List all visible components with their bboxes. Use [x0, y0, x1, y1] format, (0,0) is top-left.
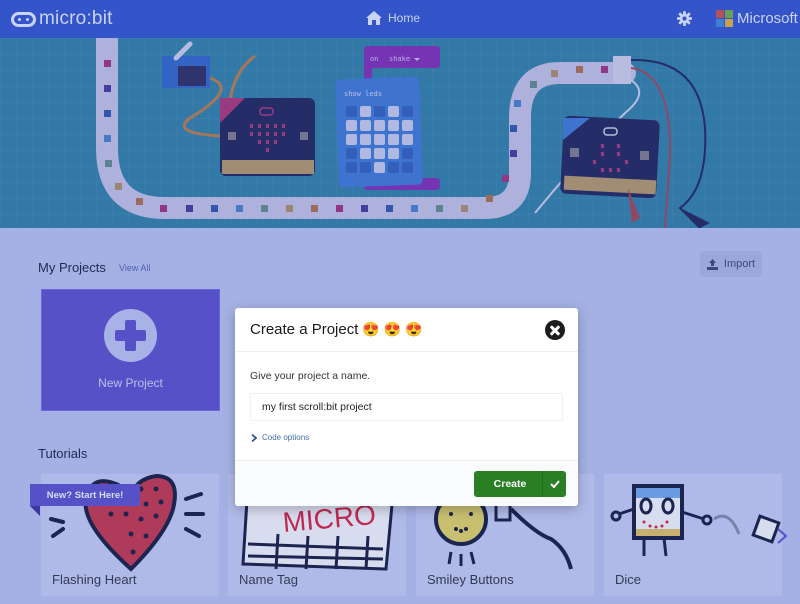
create-label: Create — [493, 478, 527, 490]
home-label: Home — [388, 11, 421, 25]
start-here-badge: New? Start Here! — [30, 484, 140, 506]
dialog-body: Give your project a name. Code options — [235, 353, 578, 459]
dialog-title: Create a Project 😍 😍 😍 — [250, 321, 423, 338]
create-project-dialog: Create a Project 😍 😍 😍 Give your project… — [235, 308, 578, 506]
heart-eyes-emoji-icon: 😍 — [383, 321, 402, 337]
tutorial-card-label: Smiley Buttons — [427, 572, 514, 587]
gear-icon[interactable] — [677, 11, 692, 26]
tutorial-card-label: Dice — [615, 572, 642, 587]
dialog-footer: Create — [235, 460, 578, 506]
heart-eyes-emoji-icon: 😍 — [405, 321, 423, 337]
microsoft-label: Microsoft — [737, 10, 798, 27]
import-label: Import — [723, 258, 756, 270]
create-button[interactable]: Create — [474, 471, 566, 497]
microsoft-link[interactable]: Microsoft — [716, 10, 798, 27]
brand-name: micro:bit — [39, 8, 113, 29]
hero-banner: on shake show leds — [0, 38, 800, 228]
top-bar: micro:bit Home Microsoft — [0, 0, 800, 38]
chevron-right-icon — [251, 433, 257, 442]
checkmark-icon — [542, 471, 566, 497]
project-name-prompt: Give your project a name. — [250, 370, 371, 382]
project-name-input[interactable] — [250, 393, 563, 421]
microsoft-logo-icon — [716, 10, 733, 27]
new-project-card[interactable]: New Project — [41, 289, 220, 411]
heart-eyes-emoji-icon: 😍 — [362, 321, 380, 337]
upload-icon — [706, 258, 718, 270]
tutorials-heading: Tutorials — [38, 446, 88, 461]
home-icon — [366, 11, 382, 25]
view-all-link[interactable]: View All — [119, 263, 150, 273]
home-button[interactable]: Home — [366, 11, 420, 25]
tutorial-card-dice[interactable]: Dice — [604, 474, 782, 596]
new-project-label: New Project — [98, 376, 163, 390]
hero-overlay — [0, 38, 800, 228]
close-icon[interactable] — [545, 320, 565, 340]
code-options-label: Code options — [262, 433, 310, 442]
microbit-logo[interactable]: micro:bit — [11, 8, 113, 30]
plus-icon — [104, 309, 157, 362]
tutorial-card-label: Name Tag — [239, 572, 299, 587]
dialog-header: Create a Project 😍 😍 😍 — [235, 308, 578, 352]
dialog-title-text: Create a Project — [250, 321, 359, 338]
chevron-right-icon[interactable] — [775, 527, 789, 545]
dice-illustration — [610, 484, 781, 557]
code-options-toggle[interactable]: Code options — [251, 433, 309, 442]
badge-fold — [30, 506, 40, 516]
my-projects-heading: My Projects — [38, 260, 106, 275]
microbit-logo-icon — [11, 11, 36, 27]
tutorial-card-label: Flashing Heart — [52, 572, 137, 587]
import-button[interactable]: Import — [700, 251, 762, 277]
